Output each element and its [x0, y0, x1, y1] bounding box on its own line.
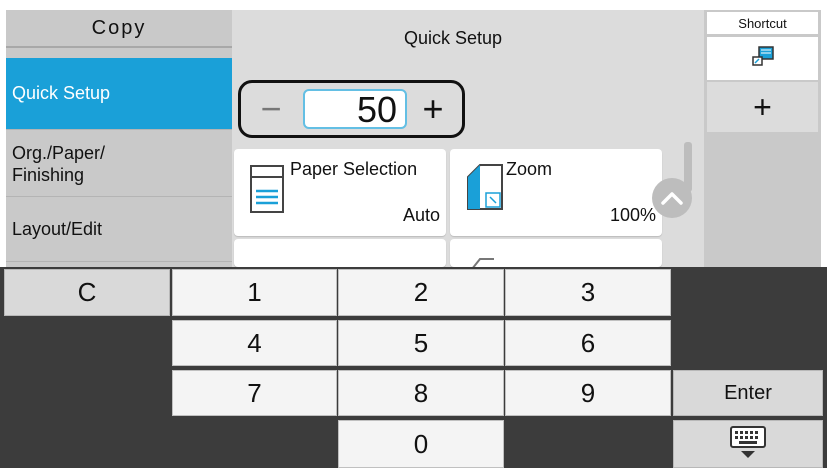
shortcut-panel: Shortcut + [704, 10, 821, 267]
key-3[interactable]: 3 [505, 269, 671, 316]
paper-selection-button[interactable]: Paper Selection Auto [234, 149, 446, 236]
keyboard-icon [728, 425, 768, 464]
quantity-stepper: − 50 + [238, 80, 465, 138]
key-8[interactable]: 8 [338, 370, 504, 416]
zoom-icon [466, 163, 506, 216]
sidebar-title: Copy [6, 10, 232, 48]
key-7[interactable]: 7 [172, 370, 337, 416]
clear-button[interactable]: C [4, 269, 170, 316]
tile-value: Auto [402, 205, 440, 225]
sidebar: Copy Quick Setup Org./Paper/ Finishing L… [6, 10, 232, 267]
shortcut-button[interactable] [707, 37, 818, 80]
shortcut-icon [751, 45, 775, 72]
sidebar-item-label: Quick Setup [12, 83, 111, 103]
copies-input[interactable]: 50 [303, 89, 407, 129]
main-panel: Quick Setup − 50 + Paper Selection Auto [232, 10, 704, 270]
sidebar-item-label: Layout/Edit [12, 219, 103, 239]
key-6[interactable]: 6 [505, 320, 671, 366]
shortcut-title: Shortcut [707, 12, 818, 34]
sidebar-item-quick-setup[interactable]: Quick Setup [6, 58, 232, 130]
function-tile[interactable] [450, 239, 662, 270]
enter-button[interactable]: Enter [673, 370, 823, 416]
key-9[interactable]: 9 [505, 370, 671, 416]
chevron-up-icon[interactable] [652, 178, 692, 218]
increment-button[interactable]: + [413, 88, 453, 129]
key-2[interactable]: 2 [338, 269, 504, 316]
tile-value: 100% [609, 205, 656, 225]
key-4[interactable]: 4 [172, 320, 337, 366]
tile-label: Paper Selection [290, 159, 418, 179]
paper-tray-icon [250, 165, 284, 218]
sidebar-item-layout-edit[interactable]: Layout/Edit [6, 198, 232, 262]
tile-label: Zoom [506, 159, 553, 179]
keyboard-button[interactable] [673, 420, 823, 468]
key-0[interactable]: 0 [338, 420, 504, 468]
sidebar-item-label: Org./Paper/ Finishing [12, 142, 105, 186]
sidebar-item-label-line2: Finishing [12, 164, 85, 185]
page-title: Quick Setup [403, 28, 503, 48]
function-tile[interactable] [234, 239, 446, 267]
add-shortcut-button[interactable]: + [707, 82, 818, 132]
key-5[interactable]: 5 [338, 320, 504, 366]
sidebar-item-org-paper-finishing[interactable]: Org./Paper/ Finishing [6, 131, 232, 197]
decrement-button[interactable]: − [255, 88, 287, 129]
sidebar-item-label-line1: Org./Paper/ [12, 142, 106, 163]
numeric-keypad: C 1 2 3 4 5 6 7 8 9 0 Enter [0, 267, 827, 468]
zoom-button[interactable]: Zoom 100% [450, 149, 662, 236]
key-1[interactable]: 1 [172, 269, 337, 316]
